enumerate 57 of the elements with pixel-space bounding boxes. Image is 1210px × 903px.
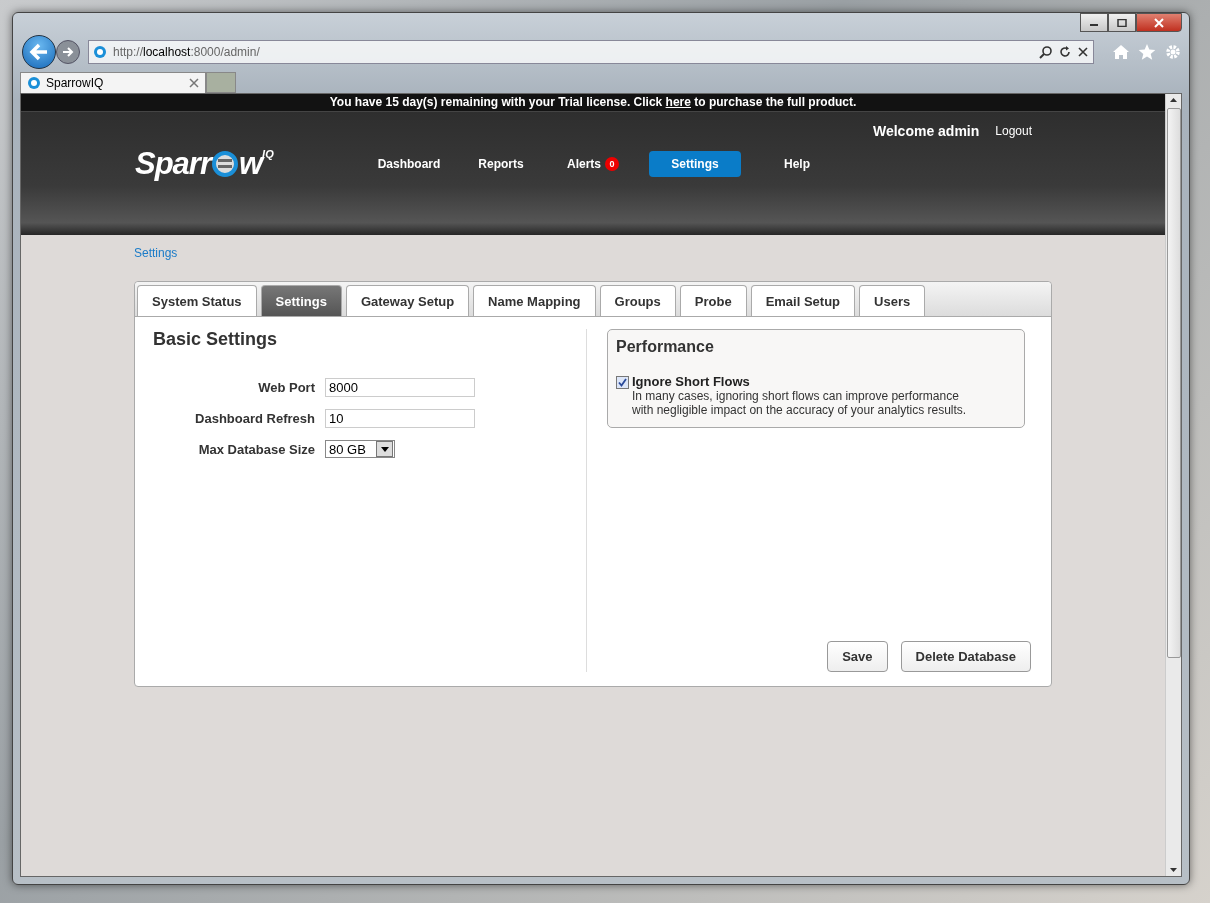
- close-icon: [1154, 17, 1164, 28]
- input-field[interactable]: 8000: [325, 378, 475, 397]
- alert-count-badge: 0: [605, 157, 619, 171]
- tab[interactable]: Settings: [260, 285, 342, 316]
- favorites-star-icon[interactable]: [1138, 44, 1156, 60]
- forward-button[interactable]: [56, 40, 80, 64]
- logo-ring-icon: [211, 150, 239, 178]
- search-icon[interactable]: [1039, 45, 1053, 59]
- logout-link[interactable]: Logout: [995, 124, 1032, 138]
- nav-item[interactable]: Dashboard: [373, 151, 445, 177]
- caret-icon: [380, 446, 389, 452]
- purchase-link[interactable]: here: [665, 95, 691, 109]
- field-label: Web Port: [257, 380, 315, 395]
- site-icon: [93, 45, 107, 59]
- action-button[interactable]: Delete Database: [900, 641, 1031, 672]
- stop-icon[interactable]: [1077, 46, 1089, 58]
- input-field[interactable]: 10: [325, 409, 475, 428]
- forward-arrow-icon: [62, 47, 74, 57]
- nav-item[interactable]: Reports: [465, 151, 537, 177]
- minimize-button[interactable]: [1080, 13, 1108, 32]
- nav-item[interactable]: Settings: [649, 151, 741, 177]
- tab[interactable]: System Status: [137, 285, 257, 316]
- scrollbar[interactable]: [1165, 94, 1181, 876]
- field-label: Max Database Size: [197, 441, 315, 457]
- section-title: Performance: [616, 338, 715, 356]
- option-description: In many cases, ignoring short flows can improve performance with negligible impact on the accuracy of your analytics results.: [632, 389, 968, 417]
- dropdown[interactable]: 80 GB: [325, 440, 395, 458]
- welcome-text: Welcome admin: [872, 123, 980, 139]
- nav-item[interactable]: Alerts 0: [557, 151, 629, 177]
- checkbox[interactable]: [616, 376, 629, 389]
- tab[interactable]: Name Mapping: [473, 285, 596, 316]
- refresh-icon[interactable]: [1059, 46, 1071, 58]
- site-icon: [27, 76, 41, 90]
- tab[interactable]: Email Setup: [750, 285, 856, 316]
- option-label: Ignore Short Flows: [632, 374, 751, 389]
- browser-tab[interactable]: SparrowIQ: [20, 72, 206, 93]
- close-button[interactable]: [1136, 13, 1182, 32]
- maximize-button[interactable]: [1108, 13, 1136, 32]
- url-text: http://localhost:8000/admin/: [113, 45, 261, 59]
- tab[interactable]: Groups: [599, 285, 676, 316]
- action-button[interactable]: Save: [827, 641, 888, 672]
- tab[interactable]: Users: [859, 285, 926, 316]
- tab-title: SparrowIQ: [46, 76, 105, 90]
- scroll-down-icon[interactable]: [1170, 868, 1177, 872]
- logo: Sparr w$^{IQ}$: [135, 146, 275, 182]
- back-arrow-icon: [29, 43, 49, 61]
- address-bar[interactable]: http://localhost:8000/admin/: [88, 40, 1094, 64]
- scroll-up-icon[interactable]: [1170, 98, 1177, 102]
- close-icon[interactable]: [189, 78, 199, 88]
- section-title: Basic Settings: [153, 329, 279, 350]
- maximize-icon: [1117, 18, 1127, 27]
- back-button[interactable]: [22, 35, 56, 69]
- tab[interactable]: Gateway Setup: [345, 285, 470, 316]
- tab[interactable]: Probe: [679, 285, 747, 316]
- trial-message: You have 15 day(s) remaining with your Trial license. Click here to purchase the full product.: [329, 95, 857, 109]
- nav-item[interactable]: Help: [761, 151, 833, 177]
- field-label: Dashboard Refresh: [194, 411, 315, 426]
